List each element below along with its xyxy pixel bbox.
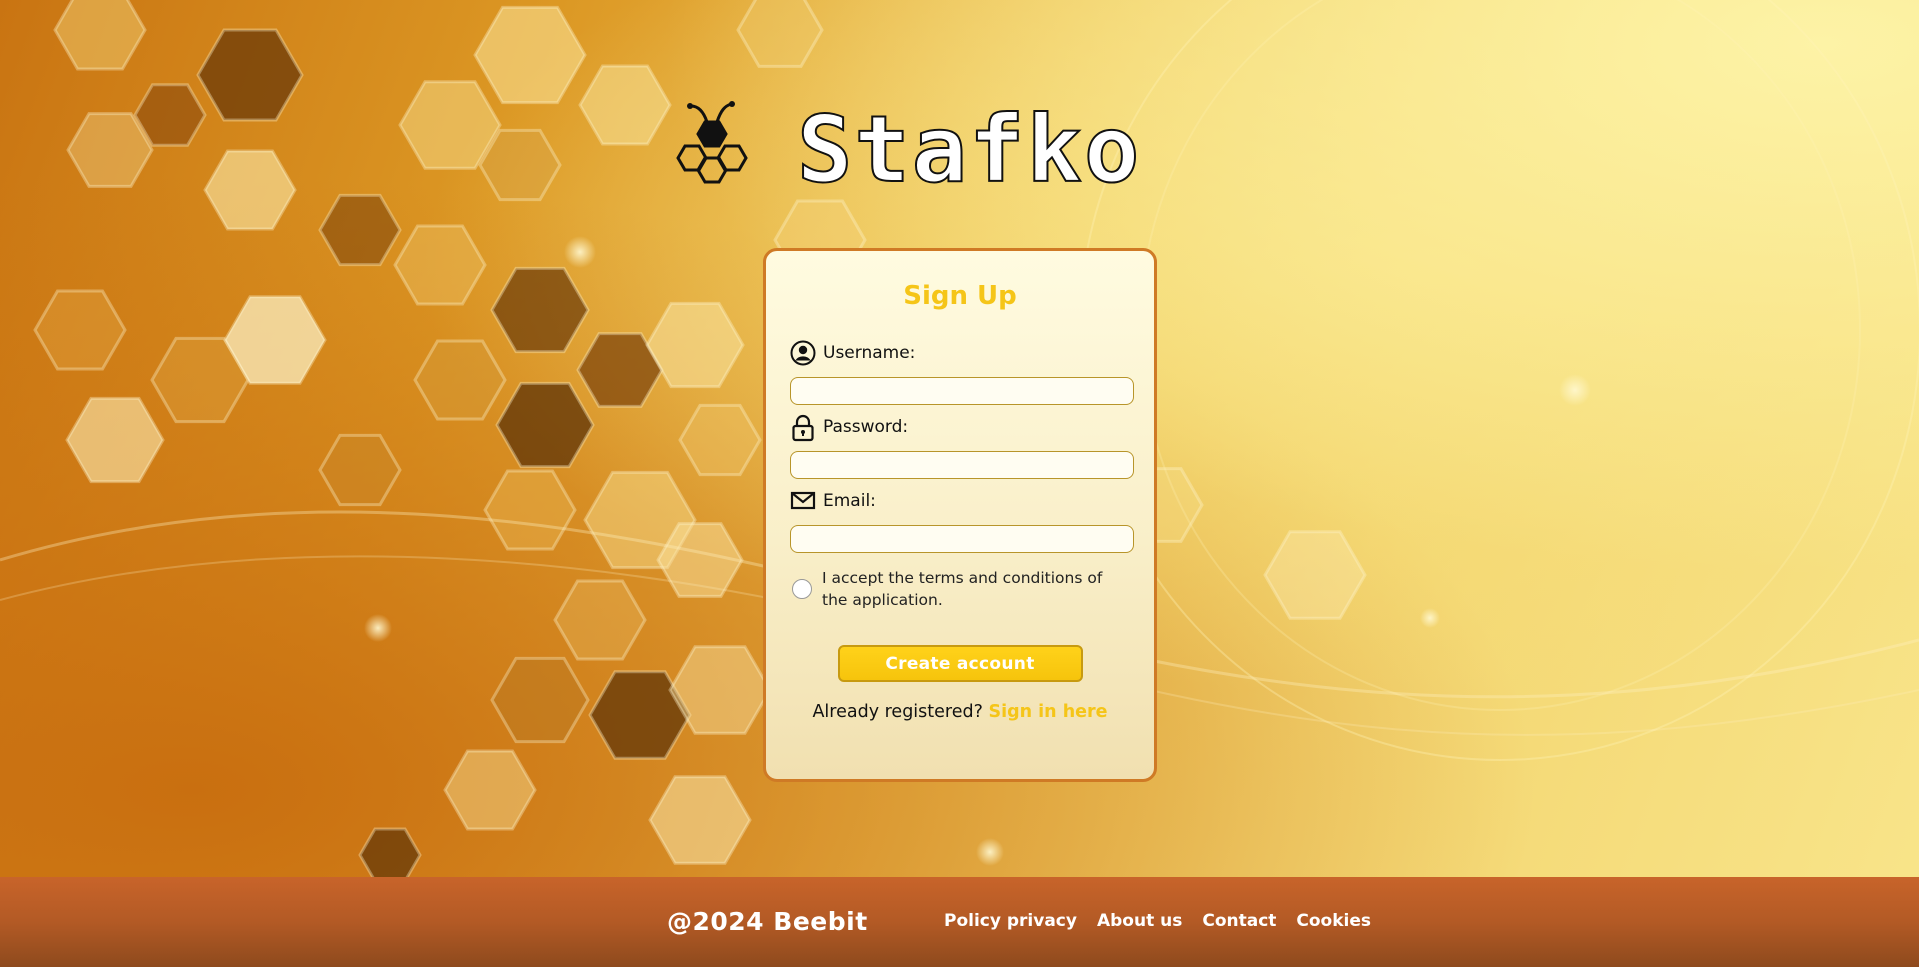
footer-link-cookies[interactable]: Cookies: [1296, 911, 1371, 931]
honeycomb-hexagon: [196, 28, 304, 122]
honeycomb-hexagon: [736, 0, 824, 68]
signup-card: Sign Up Username: Password: Email: I acc…: [763, 248, 1157, 782]
signin-row: Already registered? Sign in here: [790, 702, 1130, 722]
password-label-row: Password:: [790, 413, 1130, 442]
terms-checkbox[interactable]: [792, 579, 812, 599]
honeycomb-hexagon: [553, 579, 647, 661]
terms-row: I accept the terms and conditions of the…: [790, 567, 1130, 611]
signin-link[interactable]: Sign in here: [988, 702, 1107, 722]
honeycomb-hexagon: [678, 403, 762, 477]
honeycomb-hexagon: [1263, 530, 1367, 620]
footer-link-policy-privacy[interactable]: Policy privacy: [944, 911, 1077, 931]
password-label: Password:: [823, 417, 909, 437]
honeycomb-hexagon: [393, 224, 487, 306]
footer-links: Policy privacy About us Contact Cookies: [944, 911, 1371, 931]
honeycomb-hexagon: [358, 827, 422, 877]
honeycomb-hexagon: [483, 469, 577, 551]
honeycomb-hexagon: [203, 149, 297, 231]
honeycomb-hexagon: [645, 301, 745, 389]
brand-logo: Stafko: [655, 99, 1140, 201]
brand-name: Stafko: [796, 96, 1142, 203]
username-label: Username:: [823, 343, 916, 363]
footer: @2024 Beebit Policy privacy About us Con…: [0, 877, 1919, 967]
signin-prompt: Already registered?: [812, 702, 983, 722]
footer-link-contact[interactable]: Contact: [1202, 911, 1276, 931]
honeycomb-hexagon: [490, 656, 590, 744]
honeycomb-hexagon: [443, 749, 537, 831]
honeycomb-hexagon: [473, 5, 587, 105]
username-input[interactable]: [790, 377, 1134, 405]
honeycomb-hexagon: [33, 289, 127, 371]
form-title: Sign Up: [903, 281, 1017, 311]
envelope-icon: [790, 488, 816, 514]
honeycomb-hexagon: [318, 433, 402, 507]
honeycomb-hexagon: [413, 339, 507, 421]
honeycomb-hexagon: [318, 193, 402, 267]
email-label: Email:: [823, 491, 876, 511]
lock-icon: [790, 414, 816, 442]
honeycomb-hexagon: [495, 381, 595, 469]
username-label-row: Username:: [790, 339, 1130, 367]
email-label-row: Email:: [790, 487, 1130, 515]
email-input[interactable]: [790, 525, 1134, 553]
honeycomb-hexagon: [53, 0, 147, 71]
create-account-button[interactable]: Create account: [837, 645, 1083, 682]
password-input[interactable]: [790, 451, 1134, 479]
honeycomb-hexagon: [65, 396, 165, 484]
footer-link-about-us[interactable]: About us: [1097, 911, 1182, 931]
honeycomb-hexagon: [490, 266, 590, 354]
bee-hexagon-icon: [676, 101, 748, 184]
copyright: @2024 Beebit: [667, 907, 868, 936]
user-circle-icon: [790, 340, 816, 366]
terms-text: I accept the terms and conditions of the…: [822, 569, 1103, 609]
honeycomb-hexagon: [648, 775, 752, 865]
